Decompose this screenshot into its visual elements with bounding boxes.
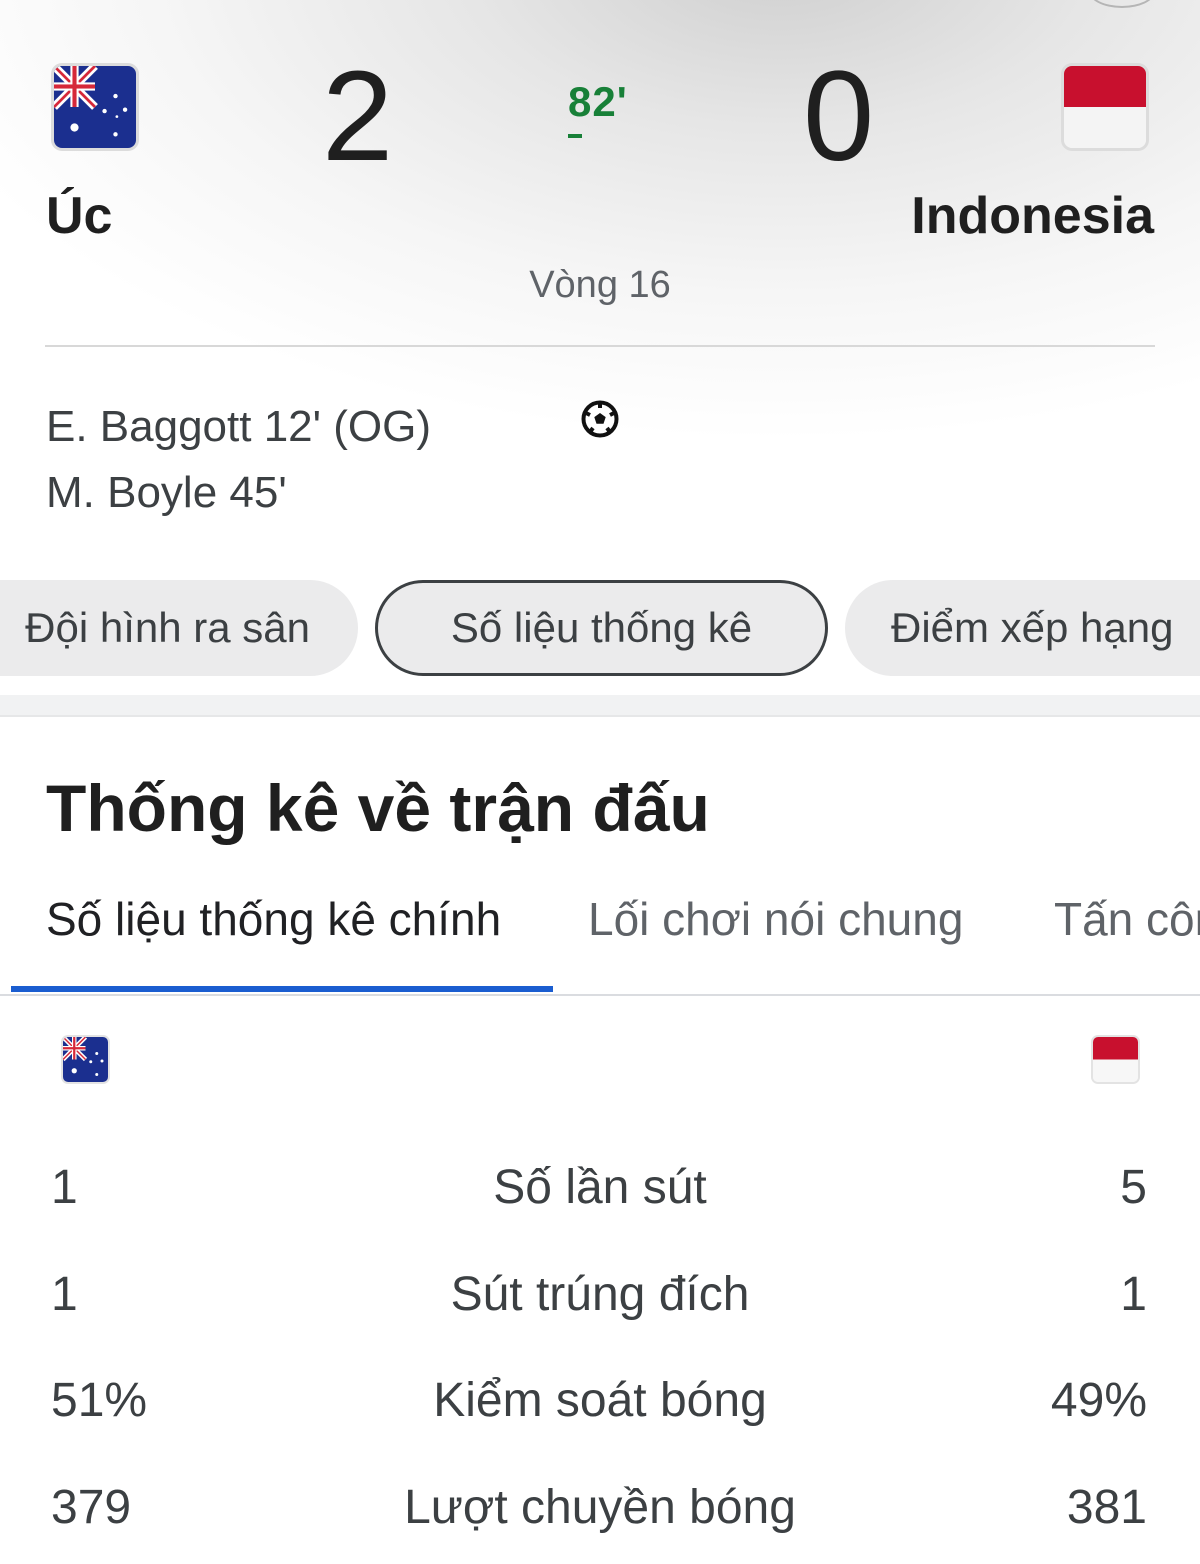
- indonesia-flag-icon: [1093, 1037, 1138, 1082]
- active-tab-indicator: [11, 986, 553, 992]
- stat-row: 379 Lượt chuyền bóng 381: [0, 1480, 1200, 1560]
- australia-flag-icon: [54, 66, 136, 148]
- stats-tabs: Số liệu thống kê chính Lối chơi nói chun…: [0, 888, 1200, 996]
- home-score: 2: [322, 45, 394, 188]
- home-scorers: E. Baggott 12' (OG) M. Boyle 45': [46, 394, 431, 526]
- australia-flag-icon: [63, 1037, 108, 1082]
- indonesia-flag-icon: [1064, 66, 1146, 148]
- chip-lineup[interactable]: Đội hình ra sân: [0, 580, 358, 676]
- menu-button-edge[interactable]: [1088, 0, 1156, 8]
- stat-row: 1 Sút trúng đích 1: [0, 1267, 1200, 1347]
- live-indicator: [568, 134, 582, 138]
- tab-attack[interactable]: Tấn công: [1054, 892, 1200, 946]
- stat-away-value: 49%: [1050, 1374, 1147, 1427]
- section-separator: [0, 695, 1200, 717]
- match-minute: 82': [568, 78, 628, 125]
- chip-standings[interactable]: Điểm xếp hạng: [845, 580, 1200, 676]
- section-chips: Đội hình ra sân Số liệu thống kê Điểm xế…: [0, 580, 1200, 678]
- soccer-ball-icon: [580, 399, 620, 439]
- stat-row: 51% Kiểm soát bóng 49%: [0, 1373, 1200, 1453]
- match-header: 2 82' 0 Úc Indonesia Vòng 16 E. Baggott …: [0, 0, 1200, 560]
- stats-title: Thống kê về trận đấu: [46, 771, 710, 845]
- stat-label: Số lần sút: [493, 1161, 707, 1214]
- stat-away-value: 1: [1120, 1268, 1147, 1321]
- stat-label: Lượt chuyền bóng: [404, 1481, 796, 1534]
- away-team-name[interactable]: Indonesia: [911, 186, 1154, 246]
- tab-general-play[interactable]: Lối chơi nói chung: [588, 892, 963, 946]
- stat-away-value: 381: [1066, 1481, 1147, 1534]
- away-score: 0: [803, 45, 875, 188]
- divider: [45, 345, 1155, 347]
- stat-label: Sút trúng đích: [450, 1268, 750, 1321]
- stat-label: Kiểm soát bóng: [433, 1374, 767, 1427]
- scorer-item: M. Boyle 45': [46, 468, 287, 517]
- match-round: Vòng 16: [529, 264, 671, 306]
- stat-away-value: 5: [1120, 1161, 1147, 1214]
- tab-key-stats[interactable]: Số liệu thống kê chính: [46, 892, 501, 946]
- stat-row: 1 Số lần sút 5: [0, 1160, 1200, 1240]
- chip-stats[interactable]: Số liệu thống kê: [375, 580, 828, 676]
- scorer-item: E. Baggott 12' (OG): [46, 402, 432, 451]
- home-team-name[interactable]: Úc: [46, 186, 112, 246]
